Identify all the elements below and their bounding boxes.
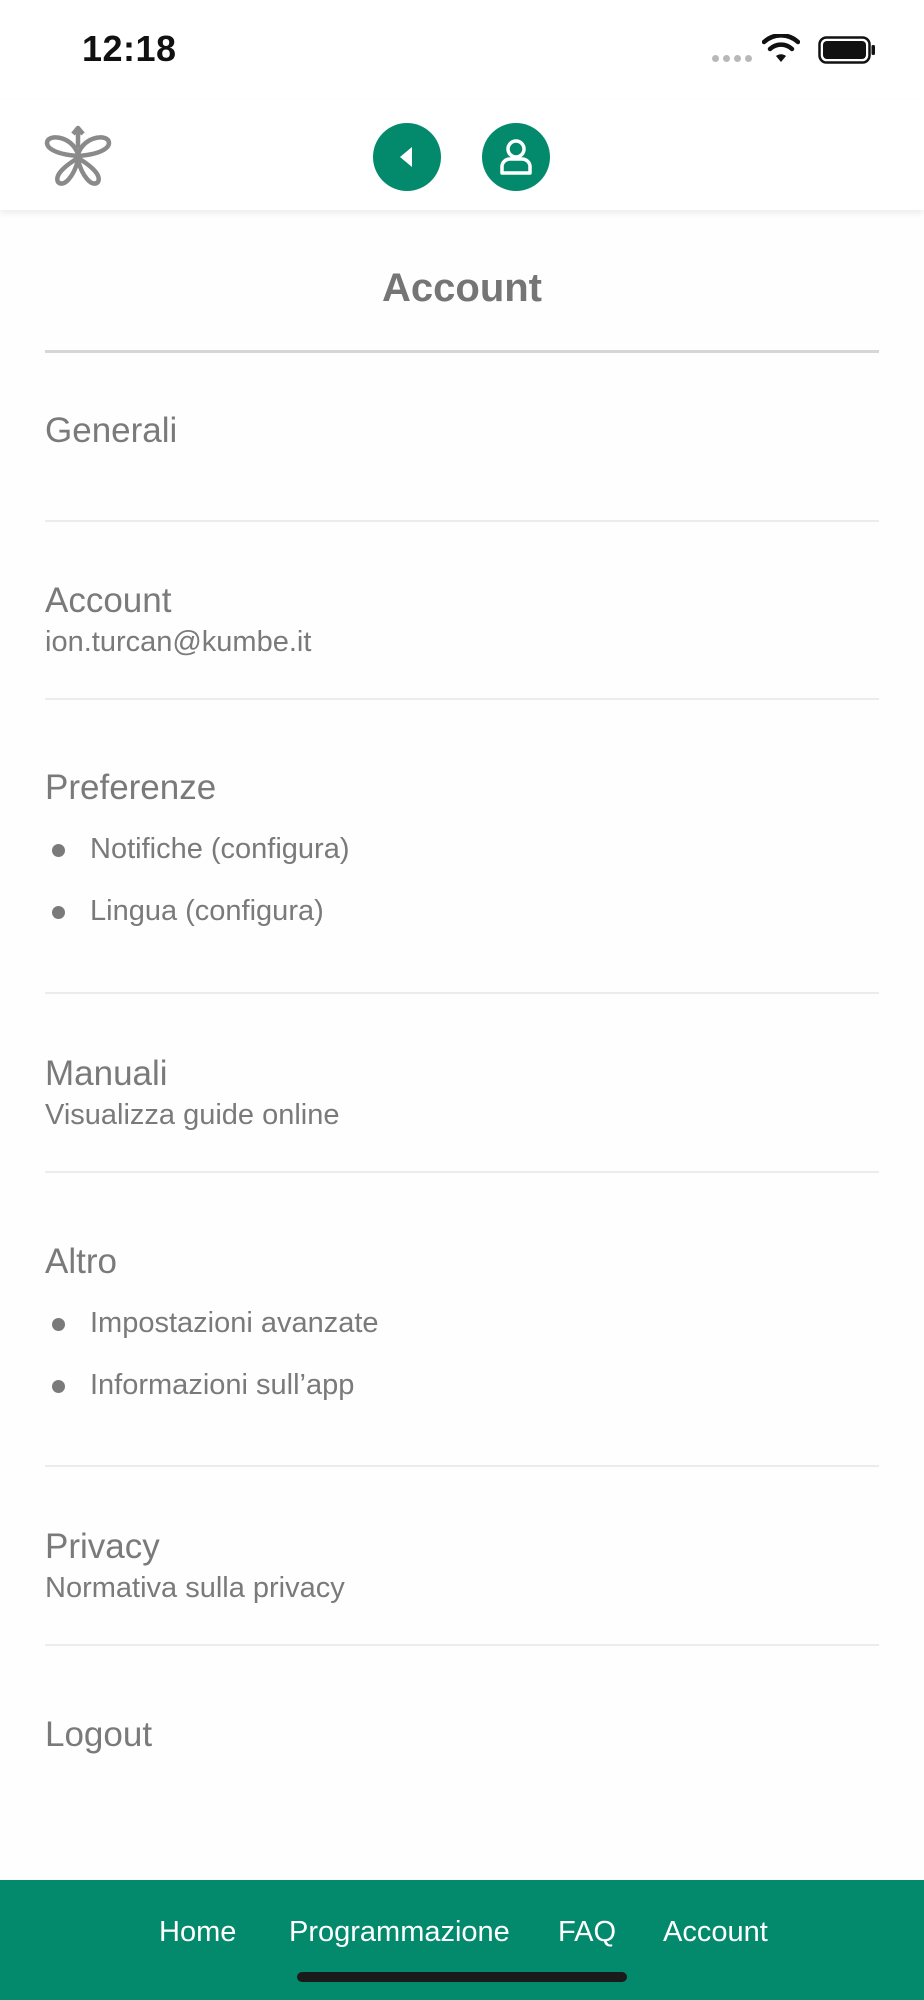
butterfly-logo-icon (44, 125, 112, 186)
cellular-signal-icon (712, 55, 752, 62)
list-item-informazioni-app[interactable]: Informazioni sull’app (45, 1367, 879, 1429)
account-page: Account Generali Account ion.turcan@kumb… (0, 210, 924, 1880)
section-preferenze: Preferenze Notifiche (configura) Lingua … (45, 767, 879, 955)
battery-icon (818, 36, 875, 64)
section-manuali[interactable]: Manuali Visualizza guide online (45, 1053, 879, 1133)
section-heading: Manuali (45, 1054, 168, 1093)
app-header (0, 100, 924, 210)
logout-button[interactable]: Logout (45, 1714, 879, 1756)
section-heading: Logout (45, 1715, 153, 1754)
section-altro: Altro Impostazioni avanzate Informazioni… (45, 1241, 879, 1429)
profile-button[interactable] (482, 123, 550, 191)
title-divider (45, 350, 879, 353)
list-item-lingua[interactable]: Lingua (configura) (45, 893, 879, 955)
section-privacy[interactable]: Privacy Normativa sulla privacy (45, 1526, 879, 1606)
list-item-impostazioni-avanzate[interactable]: Impostazioni avanzate (45, 1305, 879, 1367)
divider (45, 992, 879, 994)
section-heading: Generali (45, 411, 178, 450)
wifi-icon (762, 34, 800, 62)
back-arrow-icon (400, 147, 412, 167)
section-heading: Privacy (45, 1527, 160, 1566)
list-item-notifiche[interactable]: Notifiche (configura) (45, 831, 879, 893)
divider (45, 1171, 879, 1173)
section-account[interactable]: Account ion.turcan@kumbe.it (45, 580, 879, 660)
other-list: Impostazioni avanzate Informazioni sull’… (45, 1305, 879, 1429)
back-button[interactable] (373, 123, 441, 191)
section-subtitle: Normativa sulla privacy (45, 1572, 345, 1604)
status-time: 12:18 (82, 28, 177, 69)
nav-item-programmazione[interactable]: Programmazione (289, 1916, 510, 1949)
divider (45, 698, 879, 700)
user-icon (500, 139, 532, 175)
section-generali[interactable]: Generali (45, 410, 879, 452)
divider (45, 520, 879, 522)
bottom-nav: Home Programmazione FAQ Account (0, 1880, 924, 2000)
status-bar: 12:18 (0, 0, 924, 100)
home-indicator (297, 1972, 627, 1982)
nav-item-home[interactable]: Home (159, 1916, 236, 1949)
section-subtitle: Visualizza guide online (45, 1099, 340, 1131)
section-heading: Account (45, 581, 172, 620)
nav-item-faq[interactable]: FAQ (558, 1916, 616, 1949)
account-email: ion.turcan@kumbe.it (45, 626, 312, 658)
page-title: Account (382, 266, 542, 310)
divider (45, 1644, 879, 1646)
section-heading: Altro (45, 1242, 117, 1281)
divider (45, 1465, 879, 1467)
preferences-list: Notifiche (configura) Lingua (configura) (45, 831, 879, 955)
section-heading: Preferenze (45, 768, 217, 807)
nav-item-account[interactable]: Account (663, 1916, 768, 1949)
